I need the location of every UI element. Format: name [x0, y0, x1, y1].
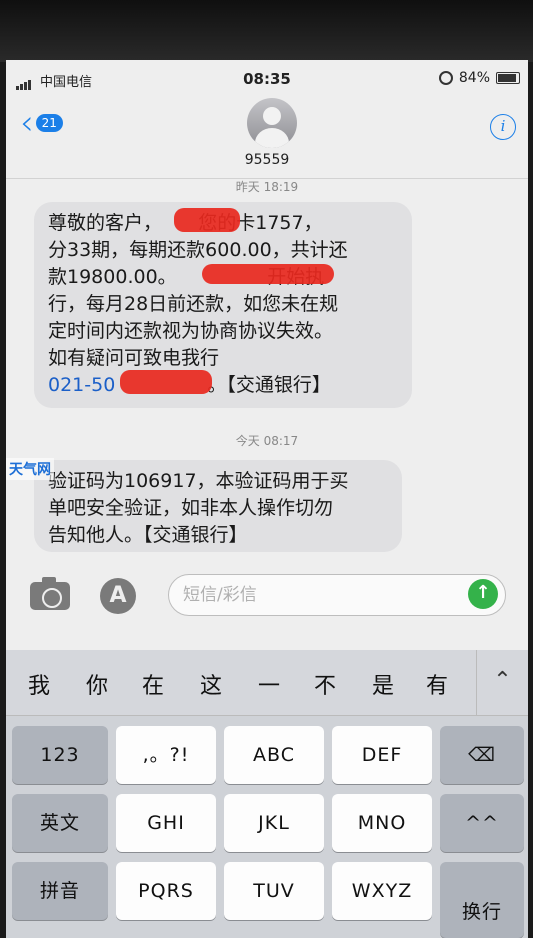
battery-percent: 84% — [458, 70, 490, 86]
redaction-mark — [174, 208, 240, 232]
candidate-word[interactable]: 不 — [314, 668, 336, 700]
candidate-word[interactable]: 是 — [372, 668, 394, 700]
battery-icon — [496, 72, 520, 84]
redaction-mark — [202, 264, 334, 284]
send-button[interactable]: ↑ — [468, 579, 498, 609]
candidate-word[interactable]: 我 — [28, 668, 50, 700]
key-english[interactable]: 英文 — [12, 794, 108, 852]
app-store-icon[interactable]: A — [100, 578, 136, 614]
info-icon[interactable]: i — [490, 114, 516, 140]
messages-screen: 中国电信 08:35 84% ‹ 21 95559 i 昨天 18:19 尊敬的… — [6, 60, 528, 938]
candidate-word[interactable]: 一 — [258, 668, 280, 700]
message-bubble[interactable]: 验证码为106917，本验证码用于买 单吧安全验证，如非本人操作切勿 告知他人。… — [34, 460, 402, 552]
message-line: 定时间内还款视为协商协议失效。 — [48, 320, 334, 342]
back-button[interactable]: ‹ 21 — [20, 103, 63, 143]
message-timestamp: 昨天 18:19 — [235, 180, 299, 194]
candidate-word[interactable]: 在 — [142, 668, 164, 700]
message-line: 单吧安全验证，如非本人操作切勿 — [48, 497, 334, 519]
return-key[interactable]: 换行 — [440, 862, 524, 938]
key-pinyin[interactable]: 拼音 — [12, 862, 108, 920]
conversation-header: ‹ 21 95559 i — [6, 90, 528, 178]
expand-candidates-icon[interactable]: ⌃ — [476, 650, 528, 716]
message-timestamp: 今天 08:17 — [235, 434, 299, 448]
contact-name[interactable]: 95559 — [6, 152, 528, 168]
keyboard: 我 你 在 这 一 不 是 有 ⌃ 123 ,。?! ABC DEF ⌫ 英文 … — [6, 650, 528, 938]
candidate-word[interactable]: 有 — [426, 668, 448, 700]
message-input[interactable]: 短信/彩信 — [168, 574, 506, 616]
key-wxyz[interactable]: WXYZ — [332, 862, 432, 920]
rotation-lock-icon — [438, 71, 453, 85]
composer-bar: A 短信/彩信 ↑ — [6, 566, 528, 622]
chevron-left-icon: ‹ — [20, 103, 34, 143]
candidate-bar: 我 你 在 这 一 不 是 有 ⌃ — [6, 650, 528, 716]
candidate-word[interactable]: 你 — [86, 668, 108, 700]
watermark-logo: 天气网 — [6, 458, 54, 480]
emoticon-key[interactable]: ^^ — [440, 794, 524, 852]
message-line: 如有疑问可致电我行 — [48, 347, 220, 369]
unread-badge: 21 — [35, 114, 63, 132]
status-bar: 中国电信 08:35 84% — [6, 68, 528, 92]
message-line: 验证码为106917，本验证码用于买 — [48, 470, 349, 492]
message-line: 行，每月28日前还款，如您未在规 — [48, 293, 339, 315]
phone-bezel — [0, 0, 533, 62]
key-numbers[interactable]: 123 — [12, 726, 108, 784]
phone-link[interactable]: 021-50 — [48, 374, 115, 396]
message-line: 。【交通银行】 — [207, 374, 331, 396]
key-abc[interactable]: ABC — [224, 726, 324, 784]
key-ghi[interactable]: GHI — [116, 794, 216, 852]
key-mno[interactable]: MNO — [332, 794, 432, 852]
candidate-word[interactable]: 这 — [200, 668, 222, 700]
key-punctuation[interactable]: ,。?! — [116, 726, 216, 784]
key-tuv[interactable]: TUV — [224, 862, 324, 920]
message-line: 分33期，每期还款600.00，共计还 — [48, 239, 348, 261]
key-def[interactable]: DEF — [332, 726, 432, 784]
message-line: 告知他人。【交通银行】 — [48, 524, 248, 546]
redaction-mark — [120, 370, 212, 394]
avatar[interactable] — [247, 98, 297, 148]
message-bubble[interactable]: 尊敬的客户， 您的卡1757， 分33期，每期还款600.00，共计还 款198… — [34, 202, 412, 408]
camera-icon[interactable] — [30, 577, 70, 610]
key-jkl[interactable]: JKL — [224, 794, 324, 852]
delete-key-icon[interactable]: ⌫ — [440, 726, 524, 784]
key-pqrs[interactable]: PQRS — [116, 862, 216, 920]
